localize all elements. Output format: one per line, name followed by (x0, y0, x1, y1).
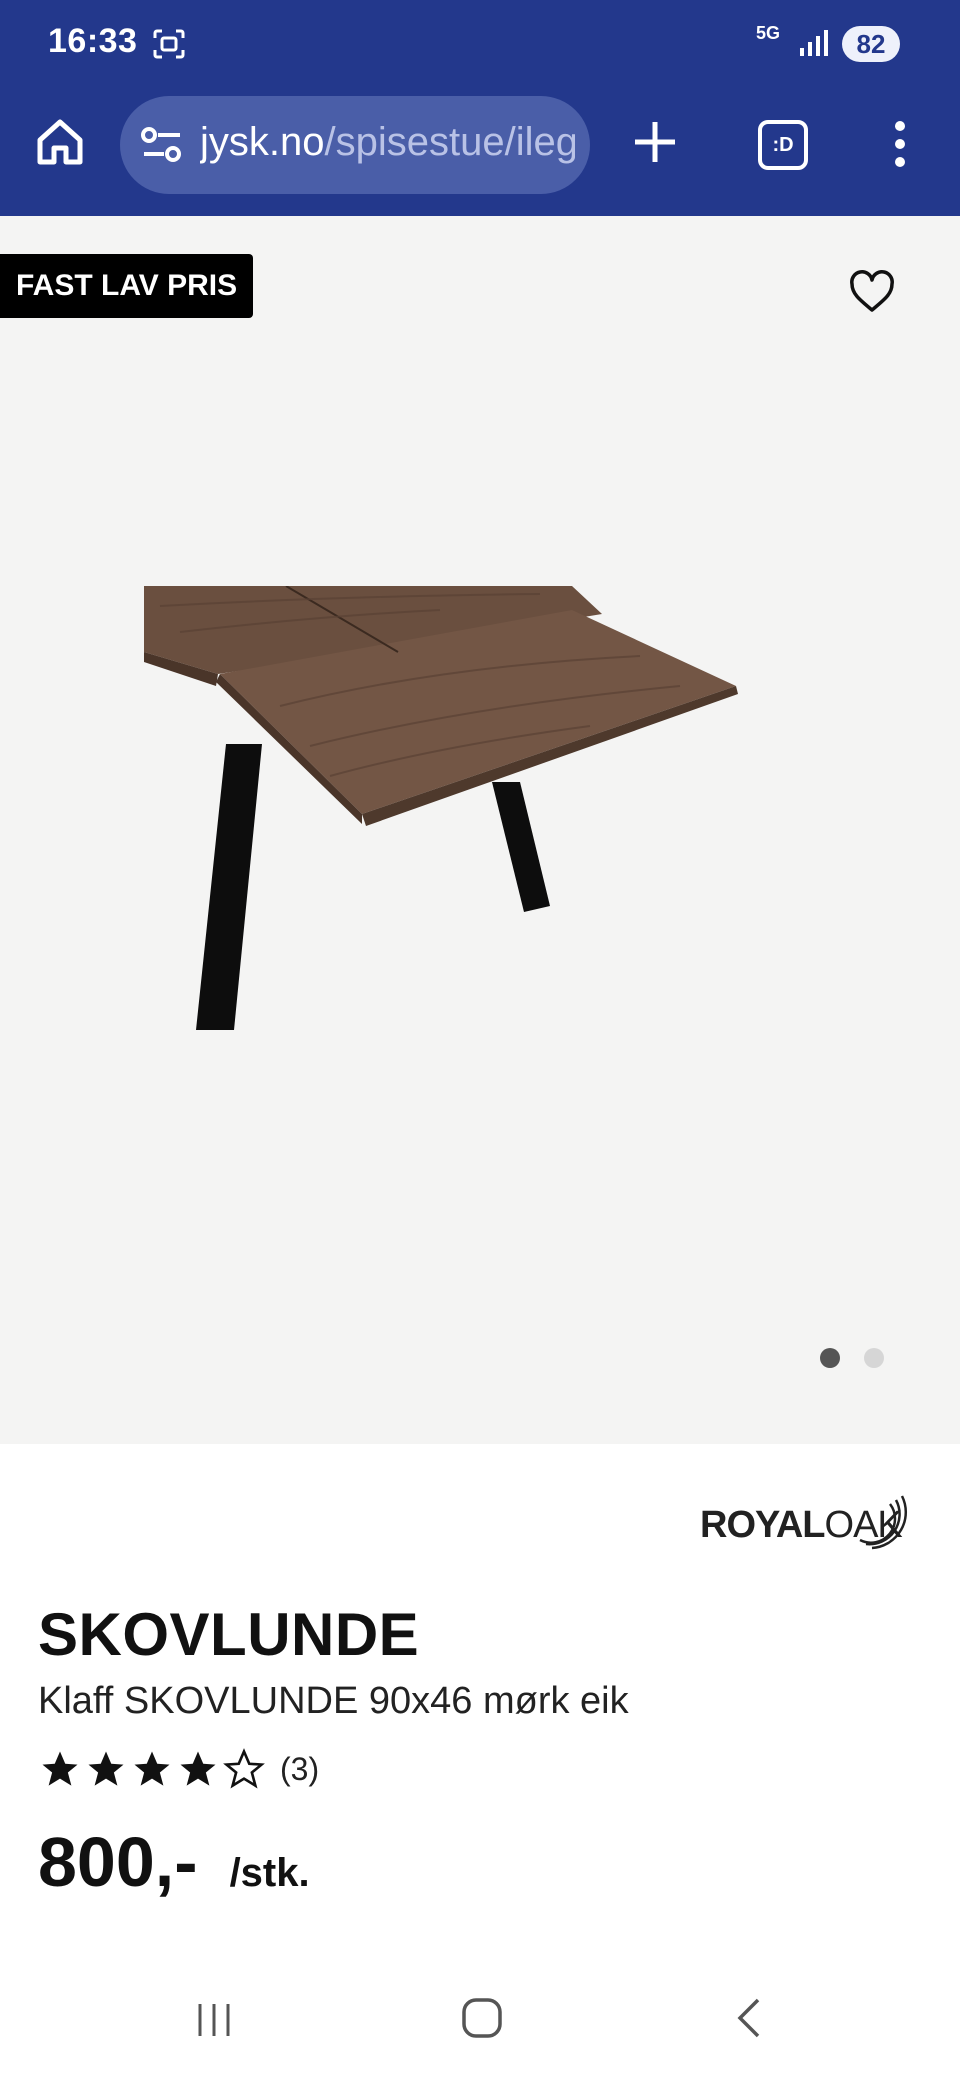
home-nav-icon[interactable] (460, 1996, 504, 2045)
product-description: Klaff SKOVLUNDE 90x46 mørk eik (38, 1680, 629, 1722)
tune-icon[interactable] (140, 126, 184, 169)
table-leg-back (492, 782, 550, 912)
product-rating[interactable]: (3) (38, 1748, 319, 1790)
rating-stars (38, 1748, 266, 1790)
gallery-dot[interactable] (864, 1348, 884, 1368)
screenshot-icon (152, 28, 186, 65)
star-filled-icon (42, 1751, 78, 1786)
top-bar: 16:33 5G 82 jysk.no/spisestue/ileg :D (0, 0, 960, 216)
recent-apps-icon[interactable] (194, 2000, 234, 2045)
brand-bold: ROYAL (700, 1504, 826, 1546)
price-unit: /stk. (229, 1851, 310, 1895)
product-gallery[interactable]: FAST LAV PRIS (0, 216, 960, 1444)
home-icon[interactable] (32, 114, 88, 170)
status-bar: 16:33 5G 82 (0, 0, 960, 90)
price-badge: FAST LAV PRIS (0, 254, 254, 318)
star-filled-icon (88, 1751, 124, 1786)
brand-logo[interactable]: ROYALOAK (700, 1484, 920, 1550)
product-image[interactable] (140, 585, 760, 1051)
battery-level: 82 (842, 26, 900, 62)
signal-icon (798, 28, 828, 63)
product-price: 800,- /stk. (38, 1822, 310, 1902)
gallery-pagination[interactable] (820, 1348, 884, 1368)
status-time: 16:33 (48, 22, 138, 60)
star-filled-icon (134, 1751, 170, 1786)
address-bar[interactable]: jysk.no/spisestue/ileg (120, 96, 590, 194)
star-empty-icon (223, 1748, 265, 1789)
url-domain: jysk.no (200, 120, 325, 164)
url-text[interactable]: jysk.no/spisestue/ileg (200, 120, 575, 165)
heart-icon[interactable] (848, 270, 896, 314)
plus-icon[interactable] (630, 112, 680, 172)
back-icon[interactable] (734, 1996, 764, 2045)
review-count[interactable]: (3) (280, 1751, 319, 1788)
system-nav-bar (0, 1960, 960, 2080)
url-path: /spisestue/ileg (324, 120, 576, 164)
table-leg-front (196, 744, 262, 1030)
tabs-icon[interactable]: :D (758, 120, 808, 170)
star-filled-icon (180, 1751, 216, 1786)
price-amount: 800,- (38, 1823, 198, 1901)
more-vert-icon[interactable] (880, 114, 920, 174)
gallery-dot[interactable] (820, 1348, 840, 1368)
product-title: SKOVLUNDE (38, 1601, 420, 1668)
network-indicator: 5G (755, 23, 780, 43)
browser-toolbar: jysk.no/spisestue/ileg :D (0, 92, 960, 204)
